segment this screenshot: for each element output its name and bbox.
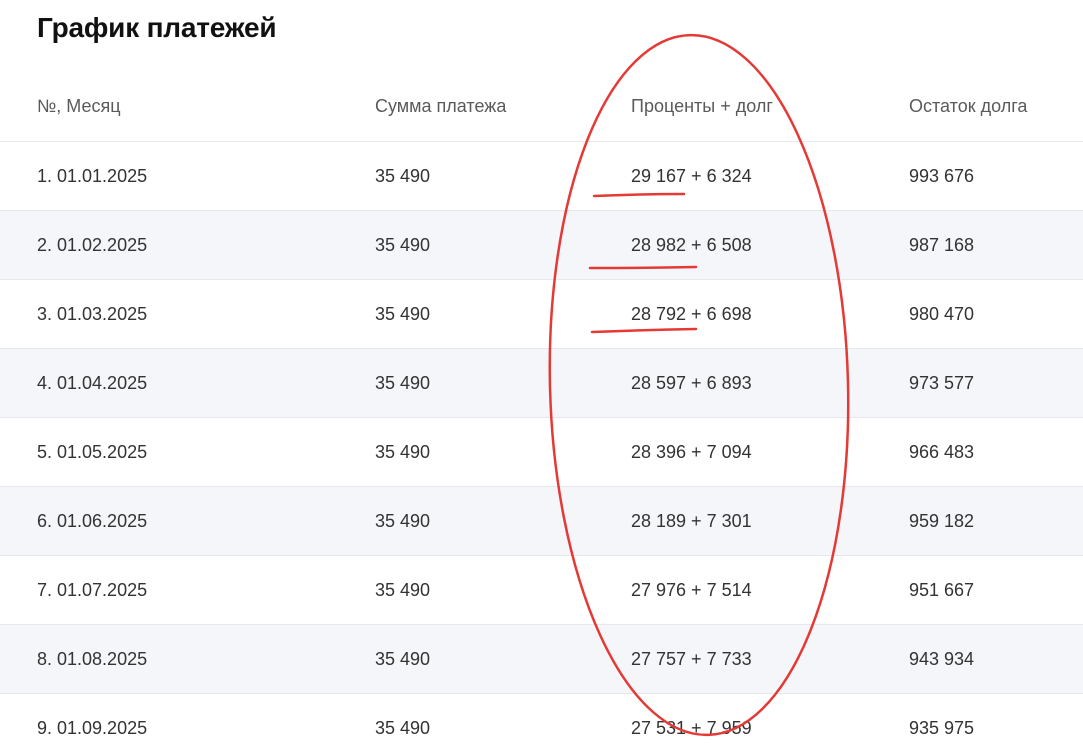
cell-payment: 35 490	[375, 441, 431, 462]
cell-balance: 943 934	[909, 648, 975, 669]
cell-balance: 935 975	[909, 717, 975, 738]
cell-interest-debt: 28 792 + 6 698	[631, 303, 752, 324]
cell-payment: 35 490	[375, 510, 431, 531]
cell-month: 8. 01.08.2025	[37, 648, 148, 669]
table-row: 9. 01.09.2025 35 490 27 531 + 7 959 935 …	[0, 694, 1083, 751]
table-row: 8. 01.08.2025 35 490 27 757 + 7 733 943 …	[0, 625, 1083, 694]
cell-interest-debt: 28 982 + 6 508	[631, 234, 752, 255]
cell-month: 7. 01.07.2025	[37, 579, 148, 600]
table-row: 3. 01.03.2025 35 490 28 792 + 6 698 980 …	[0, 280, 1083, 349]
cell-payment: 35 490	[375, 234, 431, 255]
cell-interest-debt: 28 396 + 7 094	[631, 441, 752, 462]
cell-payment: 35 490	[375, 372, 431, 393]
cell-interest-debt: 28 597 + 6 893	[631, 372, 752, 393]
cell-interest-debt: 27 757 + 7 733	[631, 648, 752, 669]
table-row: 7. 01.07.2025 35 490 27 976 + 7 514 951 …	[0, 556, 1083, 625]
cell-payment: 35 490	[375, 579, 431, 600]
payment-schedule-page: График платежей №, Месяц Сумма платежа П…	[0, 0, 1083, 751]
cell-month: 6. 01.06.2025	[37, 510, 148, 531]
header-month: №, Месяц	[37, 96, 121, 116]
cell-interest-debt: 29 167 + 6 324	[631, 165, 752, 186]
cell-balance: 987 168	[909, 234, 975, 255]
table-row: 1. 01.01.2025 35 490 29 167 + 6 324 993 …	[0, 142, 1083, 211]
header-balance: Остаток долга	[909, 96, 1028, 116]
cell-balance: 973 577	[909, 372, 975, 393]
cell-payment: 35 490	[375, 165, 431, 186]
table-header: №, Месяц Сумма платежа Проценты + долг О…	[0, 72, 1083, 142]
table-row: 4. 01.04.2025 35 490 28 597 + 6 893 973 …	[0, 349, 1083, 418]
cell-interest-debt: 28 189 + 7 301	[631, 510, 752, 531]
table-row: 2. 01.02.2025 35 490 28 982 + 6 508 987 …	[0, 211, 1083, 280]
cell-balance: 951 667	[909, 579, 975, 600]
cell-interest-debt: 27 976 + 7 514	[631, 579, 752, 600]
cell-balance: 980 470	[909, 303, 975, 324]
cell-payment: 35 490	[375, 303, 431, 324]
payment-schedule-table: №, Месяц Сумма платежа Проценты + долг О…	[0, 72, 1083, 751]
cell-month: 4. 01.04.2025	[37, 372, 148, 393]
cell-month: 1. 01.01.2025	[37, 165, 148, 186]
page-title: График платежей	[37, 12, 277, 43]
header-payment: Сумма платежа	[375, 96, 507, 116]
cell-month: 2. 01.02.2025	[37, 234, 148, 255]
table-row: 6. 01.06.2025 35 490 28 189 + 7 301 959 …	[0, 487, 1083, 556]
cell-payment: 35 490	[375, 717, 431, 738]
cell-interest-debt: 27 531 + 7 959	[631, 717, 752, 738]
table-row: 5. 01.05.2025 35 490 28 396 + 7 094 966 …	[0, 418, 1083, 487]
cell-balance: 959 182	[909, 510, 975, 531]
cell-balance: 966 483	[909, 441, 975, 462]
cell-balance: 993 676	[909, 165, 975, 186]
cell-month: 9. 01.09.2025	[37, 717, 148, 738]
cell-month: 3. 01.03.2025	[37, 303, 148, 324]
cell-month: 5. 01.05.2025	[37, 441, 148, 462]
header-interest-debt: Проценты + долг	[631, 96, 773, 116]
cell-payment: 35 490	[375, 648, 431, 669]
